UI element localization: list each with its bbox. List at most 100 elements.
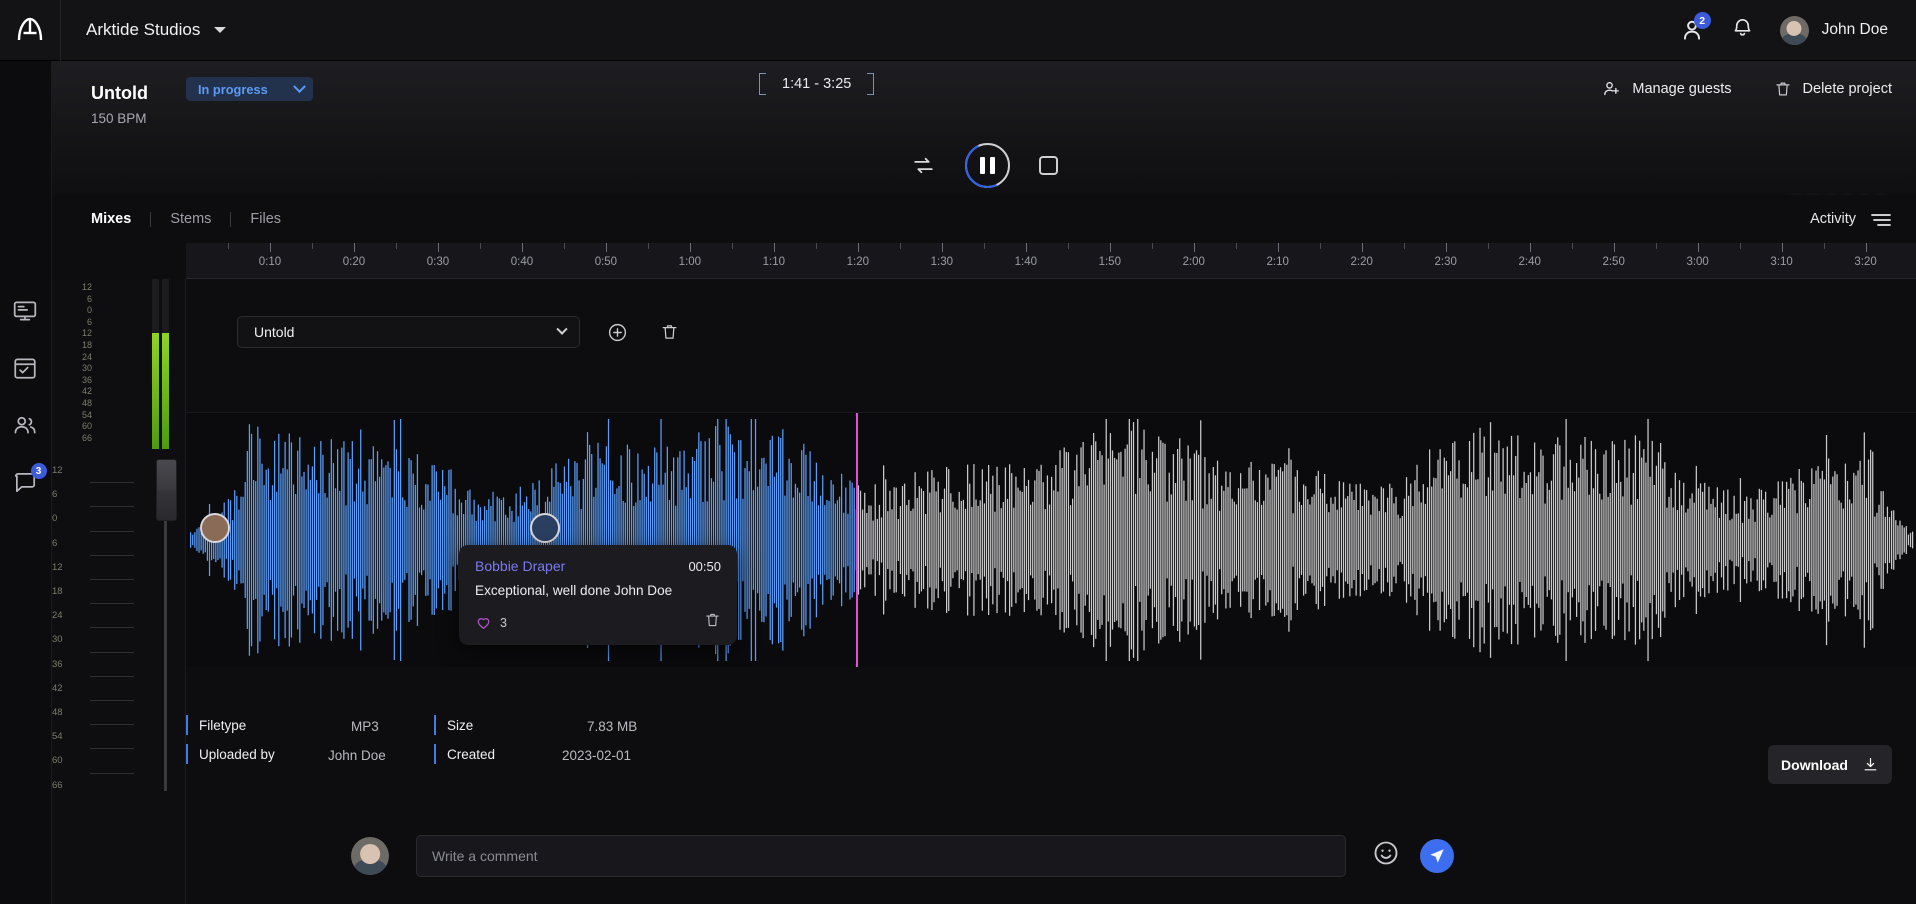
meta-row: Created [434,744,495,764]
meter-scale-label: 12 [81,328,92,339]
ruler-tick [731,243,733,249]
ruler-tick [1151,243,1153,249]
tab-stems[interactable]: Stems [151,211,230,227]
heart-icon[interactable] [475,614,492,631]
meter-scale-label: 42 [81,386,92,397]
ruler-tick [1067,243,1069,249]
sidebar-item-messages[interactable]: 3 [12,463,47,497]
avatar [351,836,389,875]
fader-scale-label: 42 [52,682,63,694]
meta-row: Filetype [186,715,246,735]
fader-scale-label: 18 [52,586,63,597]
mix-select[interactable]: Untold [237,316,580,348]
project-status-select[interactable]: In progress [186,77,313,101]
delete-project-button[interactable]: Delete project [1774,80,1892,98]
left-nav-rail: 3 [0,61,52,904]
fader-scale-line [90,506,134,508]
ruler-tick [437,243,439,252]
workspace-switcher[interactable]: Arktide Studios [86,20,227,40]
meta-row: Uploaded by [186,744,275,764]
ruler-left-spacer [52,243,186,279]
loop-range-indicator[interactable]: 1:41 - 3:25 [759,73,875,95]
tab-files[interactable]: Files [231,211,300,227]
project-bpm: 150 BPM [91,111,147,126]
meta-value-filetype: MP3 [351,719,379,734]
fader-scale-label: 30 [52,634,63,646]
meta-row: Size [434,715,473,735]
guests-button[interactable]: 2 [1679,12,1711,43]
comment-delete-button[interactable] [704,611,721,634]
comment-like-count: 3 [500,615,507,630]
ruler-tick-label: 3:10 [1770,256,1793,268]
trash-icon [706,613,719,627]
stop-button[interactable] [1038,155,1058,175]
fader-scale-line [90,651,134,653]
user-menu[interactable]: John Doe [1779,15,1888,45]
meter-scale-label: 54 [81,409,92,420]
manage-guests-button[interactable]: Manage guests [1602,79,1732,98]
ruler-tick [1487,243,1489,249]
activity-label: Activity [1810,211,1856,227]
ruler-tick [815,243,817,249]
fader-scale-label: 60 [52,755,63,767]
manage-guests-label: Manage guests [1632,80,1732,97]
notifications-button[interactable] [1731,16,1754,44]
loop-button[interactable] [911,153,936,178]
waveform-canvas[interactable]: Bobbie Draper 00:50 Exceptional, well do… [186,413,1916,667]
fader-scale-line [90,675,134,677]
fader-scale-label: 0 [52,513,58,525]
ruler-tick [353,243,355,252]
top-header-bar: Arktide Studios 2 John Doe [0,0,1916,61]
meta-key-size: Size [447,717,474,733]
send-comment-button[interactable] [1420,838,1454,873]
sidebar-item-projects[interactable] [12,298,40,326]
comment-marker-avatar[interactable] [200,513,230,543]
activity-button[interactable]: Activity [1810,211,1892,227]
ruler-tick-label: 1:50 [1098,256,1121,268]
comment-marker-avatar[interactable] [530,513,560,543]
ruler-tick [1865,243,1867,252]
meter-scale-label: 48 [81,398,92,408]
timeline-ruler[interactable]: 0:10 0:20 0:30 0:40 0:50 1:00 1:10 1:20 1:30 1:40… [52,243,1916,279]
ruler-tick [1781,243,1783,252]
ruler-tick-label: 1:10 [762,256,786,268]
ruler-tick-label: 2:40 [1518,256,1541,268]
ruler-tick [1445,243,1447,252]
ruler-tick [983,243,985,249]
comment-text: Exceptional, well done John Doe [475,583,673,598]
delete-mix-button[interactable] [660,322,679,347]
add-mix-button[interactable] [607,322,628,348]
app-logo[interactable] [0,0,61,61]
ruler-tick [899,243,901,249]
comment-input[interactable] [416,834,1346,877]
messages-count-badge: 3 [30,463,47,479]
pause-icon [979,156,985,174]
page-title: Untold [91,83,148,103]
tab-mixes[interactable]: Mixes [91,211,150,227]
send-icon [1430,848,1444,863]
mix-selector-row: Untold [186,279,1916,413]
playhead[interactable] [856,413,858,667]
meter-scale-label: 6 [86,293,92,304]
ruler-tick [857,243,859,252]
comment-popup-footer: 3 [475,611,721,634]
ruler-tick [1319,243,1321,249]
ruler-tick [479,243,481,249]
ruler-tick [395,243,397,249]
ruler-tick-label: 2:50 [1602,256,1625,268]
bracket-left-icon [759,73,766,95]
transport-controls [52,139,1916,191]
ruler-tick-label: 3:00 [1686,256,1709,268]
ruler-tick [1697,243,1699,252]
sidebar-item-tasks[interactable] [12,355,40,383]
ruler-tick-label: 2:00 [1182,256,1205,268]
meta-key-created: Created [447,746,496,762]
play-pause-button[interactable] [964,142,1010,188]
emoji-button[interactable] [1372,839,1400,872]
volume-fader-handle[interactable] [156,459,177,521]
download-button[interactable]: Download [1768,745,1892,784]
fader-scale-line [90,700,134,701]
bracket-right-icon [867,73,875,95]
meter-scale-label: 24 [81,351,92,362]
sidebar-item-team[interactable] [12,412,40,440]
